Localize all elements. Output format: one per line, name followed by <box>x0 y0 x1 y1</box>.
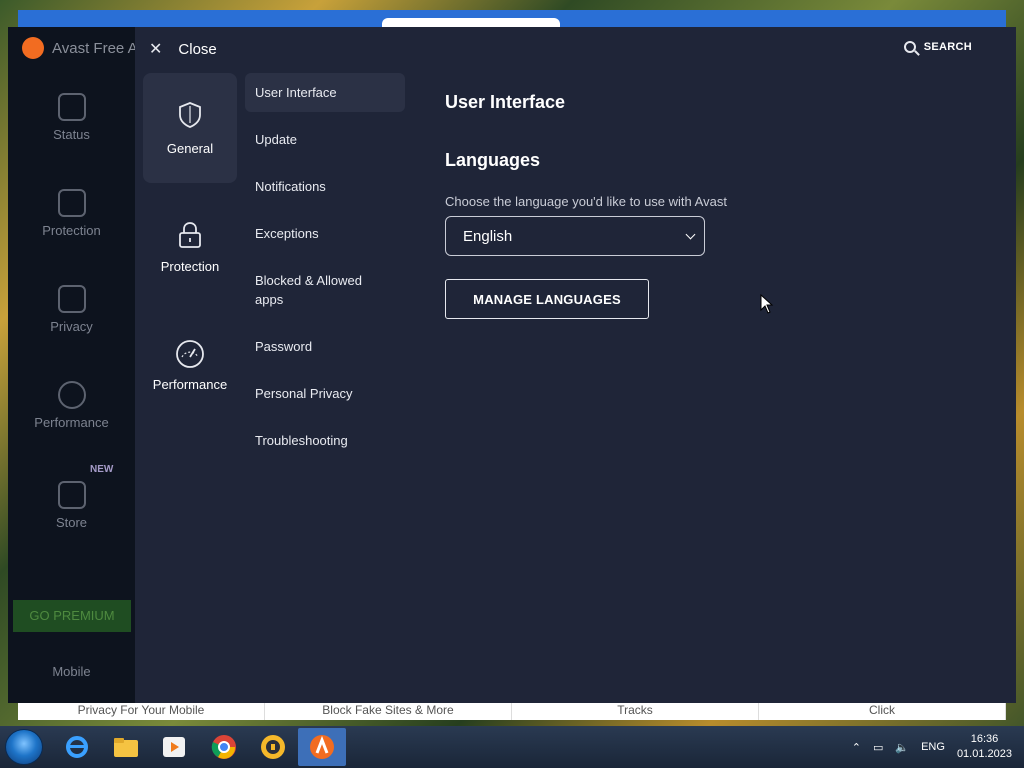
sidebar-item-status[interactable]: Status <box>8 93 135 142</box>
category-label: Protection <box>160 259 220 274</box>
language-selected-value: English <box>463 227 513 245</box>
languages-description: Choose the language you'd like to use wi… <box>445 194 727 209</box>
avast-logo-icon <box>22 37 44 59</box>
internet-explorer-icon[interactable] <box>53 728 101 766</box>
language-dropdown[interactable]: English <box>445 216 705 256</box>
taskbar: ⌃ ▭ 🔈 ENG 16:36 01.01.2023 <box>0 726 1024 768</box>
search-button[interactable]: SEARCH <box>903 41 972 53</box>
shield-icon <box>179 102 201 128</box>
subnav-item-blocked-allowed-apps[interactable]: Blocked & Allowed apps <box>245 261 385 319</box>
media-player-icon[interactable] <box>150 728 198 766</box>
chevron-up-icon[interactable]: ⌃ <box>852 741 861 754</box>
search-icon <box>903 41 916 53</box>
sidebar-item-store[interactable]: Store <box>8 481 135 530</box>
input-language[interactable]: ENG <box>921 741 945 753</box>
background-link-strip: Privacy For Your Mobile Block Fake Sites… <box>18 700 1006 720</box>
avast-browser-icon[interactable] <box>249 728 297 766</box>
app-title: Avast Free A <box>22 37 138 59</box>
sidebar-item-performance[interactable]: Performance <box>8 381 135 430</box>
sidebar-item-label: Store <box>55 515 88 530</box>
chevron-down-icon <box>685 229 696 239</box>
fingerprint-icon <box>57 285 86 313</box>
background-link: Tracks <box>512 701 759 720</box>
page-title: User Interface <box>445 92 566 112</box>
go-premium-button[interactable]: GO PREMIUM <box>13 600 131 632</box>
lock-icon <box>179 222 201 248</box>
sidebar-item-label: Privacy <box>50 319 93 334</box>
gauge-icon <box>57 381 86 409</box>
chrome-icon[interactable] <box>200 728 248 766</box>
settings-content: User Interface Languages Choose the lang… <box>445 92 727 319</box>
network-icon[interactable]: ▭ <box>873 741 883 754</box>
app-title-text: Avast Free A <box>52 39 138 57</box>
shield-icon <box>57 93 86 121</box>
new-badge: NEW <box>90 464 114 475</box>
lock-icon <box>57 189 86 217</box>
close-label: Close <box>178 40 217 58</box>
category-protection[interactable]: Protection <box>143 191 237 301</box>
background-link: Privacy For Your Mobile <box>18 701 265 720</box>
sidebar-item-label: Protection <box>42 223 101 238</box>
sidebar-item-mobile[interactable]: Mobile <box>8 664 135 679</box>
close-button[interactable]: ✕ Close <box>149 39 217 59</box>
subnav-item-personal-privacy[interactable]: Personal Privacy <box>245 374 405 413</box>
sidebar-item-protection[interactable]: Protection <box>8 189 135 238</box>
category-label: General <box>166 141 214 156</box>
subnav-item-notifications[interactable]: Notifications <box>245 167 405 206</box>
search-label: SEARCH <box>923 41 972 53</box>
clock-date: 01.01.2023 <box>956 748 1012 760</box>
system-tray: ⌃ ▭ 🔈 ENG 16:36 01.01.2023 <box>852 726 1024 768</box>
avast-antivirus-taskbar-icon[interactable] <box>298 728 346 766</box>
settings-subnav: User Interface Update Notifications Exce… <box>245 73 405 460</box>
category-general[interactable]: General <box>143 73 237 183</box>
clock-time: 16:36 <box>970 733 999 745</box>
sidebar-item-label: Performance <box>34 415 109 430</box>
category-performance[interactable]: Performance <box>143 309 237 419</box>
manage-languages-button[interactable]: MANAGE LANGUAGES <box>445 279 649 319</box>
clock[interactable]: 16:36 01.01.2023 <box>957 732 1012 762</box>
subnav-item-password[interactable]: Password <box>245 327 405 366</box>
subnav-item-exceptions[interactable]: Exceptions <box>245 214 405 253</box>
file-explorer-icon[interactable] <box>102 728 150 766</box>
background-link: Click <box>759 701 1006 720</box>
gauge-icon <box>176 340 204 368</box>
sidebar-item-privacy[interactable]: Privacy <box>8 285 135 334</box>
sidebar-item-label: Mobile <box>52 664 91 679</box>
subnav-item-user-interface[interactable]: User Interface <box>245 73 405 112</box>
category-label: Performance <box>152 377 228 392</box>
languages-heading: Languages <box>445 150 541 170</box>
mouse-cursor-icon <box>760 294 774 314</box>
subnav-item-troubleshooting[interactable]: Troubleshooting <box>245 421 405 460</box>
close-icon: ✕ <box>149 41 163 58</box>
start-button[interactable] <box>5 729 43 765</box>
background-link: Block Fake Sites & More <box>265 701 512 720</box>
volume-icon[interactable]: 🔈 <box>895 741 909 754</box>
subnav-item-update[interactable]: Update <box>245 120 405 159</box>
cart-icon <box>57 481 86 509</box>
sidebar-item-label: Status <box>53 127 90 142</box>
